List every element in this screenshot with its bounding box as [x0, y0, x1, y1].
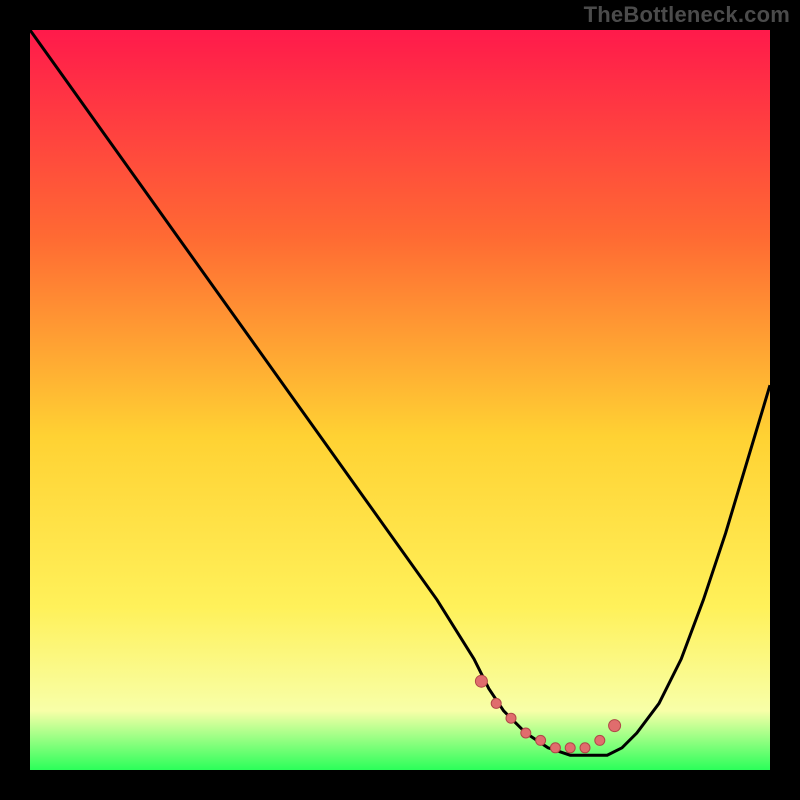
optimal-marker	[536, 735, 546, 745]
plot-background	[30, 30, 770, 770]
optimal-marker	[475, 675, 487, 687]
optimal-marker	[506, 713, 516, 723]
optimal-marker	[565, 743, 575, 753]
optimal-marker	[521, 728, 531, 738]
optimal-marker	[580, 743, 590, 753]
chart-frame: TheBottleneck.com	[0, 0, 800, 800]
bottleneck-chart	[0, 0, 800, 800]
optimal-marker	[609, 720, 621, 732]
watermark-text: TheBottleneck.com	[584, 2, 790, 28]
optimal-marker	[550, 743, 560, 753]
optimal-marker	[491, 698, 501, 708]
optimal-marker	[595, 735, 605, 745]
